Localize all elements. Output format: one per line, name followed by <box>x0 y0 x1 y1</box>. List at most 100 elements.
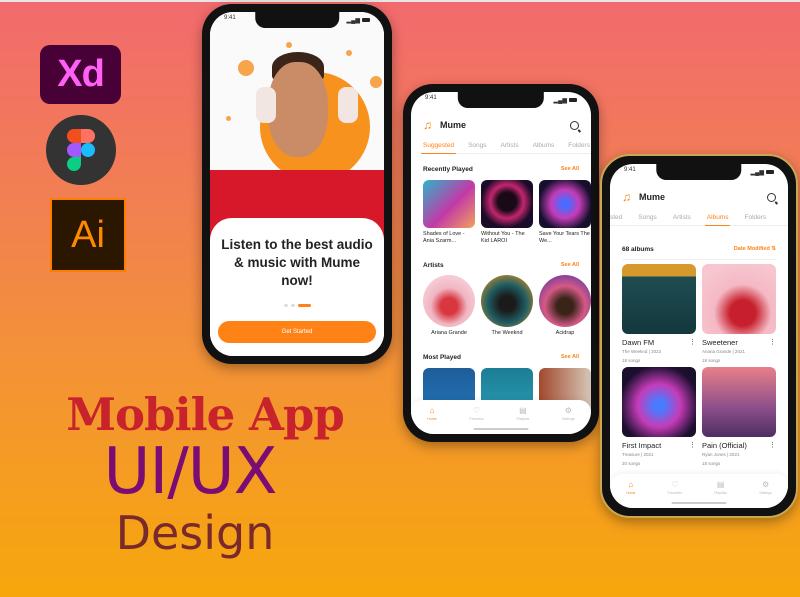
section-title: Most Played <box>423 354 461 361</box>
page-dot[interactable] <box>290 304 295 307</box>
artist-name: Ariana Grande <box>431 330 467 336</box>
nav-home[interactable]: ⌂ Home <box>626 480 635 508</box>
app-bar: ♫ Mume <box>423 118 579 132</box>
artist-card[interactable]: Ariana Grande <box>423 275 475 337</box>
status-icons: ▂▄▆ <box>347 15 370 25</box>
bottom-nav: ⌂ Home ♡ Favorites ▤ Playlists ⚙ Settings <box>610 474 788 508</box>
figma-logo-shape <box>81 129 95 143</box>
albums-toolbar: 68 albums Date Modified ⇅ <box>622 246 776 260</box>
track-card[interactable]: Save Your Tears The We... <box>539 180 591 245</box>
tab-albums[interactable]: Albums <box>533 142 555 149</box>
album-meta: Ryan Jones | 2021 <box>702 452 740 457</box>
sort-button[interactable]: Date Modified ⇅ <box>734 246 776 253</box>
album-cover <box>622 264 696 334</box>
search-icon[interactable] <box>570 120 579 130</box>
album-card[interactable]: Sweetener ⋮ Ariana Grande | 2021 18 songs <box>702 264 776 363</box>
page-dot[interactable] <box>283 304 288 307</box>
battery-icon <box>766 170 774 174</box>
albums-grid: Dawn FM ⋮ The Weeknd | 2022 18 songs Swee… <box>622 264 776 466</box>
figma-logo-shape <box>67 129 81 143</box>
album-songs: 20 songs <box>622 461 641 466</box>
settings-icon: ⚙ <box>761 480 770 489</box>
nav-home[interactable]: ⌂ Home <box>427 406 436 434</box>
top-border <box>0 0 800 2</box>
heart-icon: ♡ <box>671 480 679 489</box>
album-card[interactable]: Pain (Official) ⋮ Ryan Jones | 2021 18 so… <box>702 367 776 466</box>
nav-settings[interactable]: ⚙ Settings <box>759 480 772 508</box>
decor-dot <box>226 116 231 121</box>
bottom-nav: ⌂ Home ♡ Favorites ▤ Playlists ⚙ Settings <box>411 400 591 434</box>
tab-songs[interactable]: Songs <box>468 142 486 149</box>
album-cover <box>702 264 776 334</box>
artist-avatar <box>423 275 475 327</box>
more-options-icon[interactable]: ⋮ <box>769 338 776 347</box>
artist-card[interactable]: The Weeknd <box>481 275 533 337</box>
album-songs: 18 songs <box>702 461 721 466</box>
signal-icon: ▂▄▆ <box>346 17 360 24</box>
recently-played-row: Shades of Love - Ania Szarm... Without Y… <box>423 180 591 245</box>
artists-row: Ariana Grande The Weeknd Acidrap <box>423 275 591 337</box>
album-title: First Impact <box>622 441 662 450</box>
tab-folders[interactable]: Folders <box>568 142 590 149</box>
home-indicator <box>473 428 529 430</box>
artists-header: Artists See All <box>423 262 579 269</box>
decor-dot <box>370 76 382 88</box>
tab-artists[interactable]: Artists <box>501 142 519 149</box>
more-options-icon[interactable]: ⋮ <box>689 441 696 450</box>
more-options-icon[interactable]: ⋮ <box>769 441 776 450</box>
signal-icon: ▂▄▆ <box>553 97 567 104</box>
album-meta: Treasure | 2021 <box>622 452 654 457</box>
music-note-icon: ♫ <box>622 190 631 204</box>
phone-notch <box>656 164 742 180</box>
album-meta: The Weeknd | 2022 <box>622 349 662 354</box>
figma-logo-shape <box>67 157 81 171</box>
track-card[interactable]: Shades of Love - Ania Szarm... <box>423 180 475 245</box>
sort-label: Date Modified <box>733 246 770 252</box>
see-all-link[interactable]: See All <box>561 262 579 269</box>
track-cover <box>423 180 475 228</box>
track-title: Without You - The Kid LAROI <box>481 231 525 244</box>
headline-uiux: UI/UX <box>103 435 278 509</box>
nav-settings[interactable]: ⚙ Settings <box>562 406 575 434</box>
album-title: Pain (Official) <box>702 441 747 450</box>
nav-label: Settings <box>759 491 772 495</box>
status-icons: ▂▄▆ <box>751 167 774 177</box>
artist-card[interactable]: Acidrap <box>539 275 591 337</box>
heart-icon: ♡ <box>472 406 481 415</box>
onboarding-title: Listen to the best audio & music with Mu… <box>221 237 373 288</box>
app-name: Mume <box>440 120 467 130</box>
see-all-link[interactable]: See All <box>561 166 579 173</box>
decor-dot <box>286 42 292 48</box>
track-title: Save Your Tears The We... <box>539 231 590 244</box>
page-dot-active[interactable] <box>297 304 311 307</box>
artist-name: The Weeknd <box>491 330 523 336</box>
signal-icon: ▂▄▆ <box>750 169 764 176</box>
tab-suggested[interactable]: Suggested <box>420 142 457 154</box>
nav-label: Favorites <box>469 417 484 421</box>
search-icon[interactable] <box>767 192 776 202</box>
recently-played-header: Recently Played See All <box>423 166 579 173</box>
see-all-link[interactable]: See All <box>561 354 579 361</box>
most-played-header: Most Played See All <box>423 354 579 361</box>
status-icons: ▂▄▆ <box>554 95 577 105</box>
album-title: Dawn FM <box>622 338 655 347</box>
album-card[interactable]: First Impact ⋮ Treasure | 2021 20 songs <box>622 367 696 466</box>
track-card[interactable]: Without You - The Kid LAROI <box>481 180 533 245</box>
hero-image <box>210 12 384 250</box>
get-started-button[interactable]: Get Started <box>218 321 376 343</box>
music-note-icon: ♫ <box>423 118 432 132</box>
tab-artists[interactable]: Artists <box>673 214 691 221</box>
artist-name: Acidrap <box>555 330 575 336</box>
tab-songs[interactable]: Songs <box>638 214 656 221</box>
phone-home: 9:41 ▂▄▆ ♫ Mume Suggested Songs Artists … <box>403 84 599 442</box>
decor-dot <box>346 50 352 56</box>
sort-icon: ⇅ <box>771 246 776 252</box>
tab-suggested[interactable]: sted <box>610 214 622 221</box>
tab-albums[interactable]: Albums <box>704 214 731 226</box>
album-card[interactable]: Dawn FM ⋮ The Weeknd | 2022 18 songs <box>622 264 696 363</box>
more-options-icon[interactable]: ⋮ <box>689 338 696 347</box>
track-title: Shades of Love - Ania Szarm... <box>423 231 465 244</box>
tab-bar: Suggested Songs Artists Albums Folders <box>420 142 591 154</box>
playlist-icon: ▤ <box>519 406 527 415</box>
tab-folders[interactable]: Folders <box>744 214 766 221</box>
